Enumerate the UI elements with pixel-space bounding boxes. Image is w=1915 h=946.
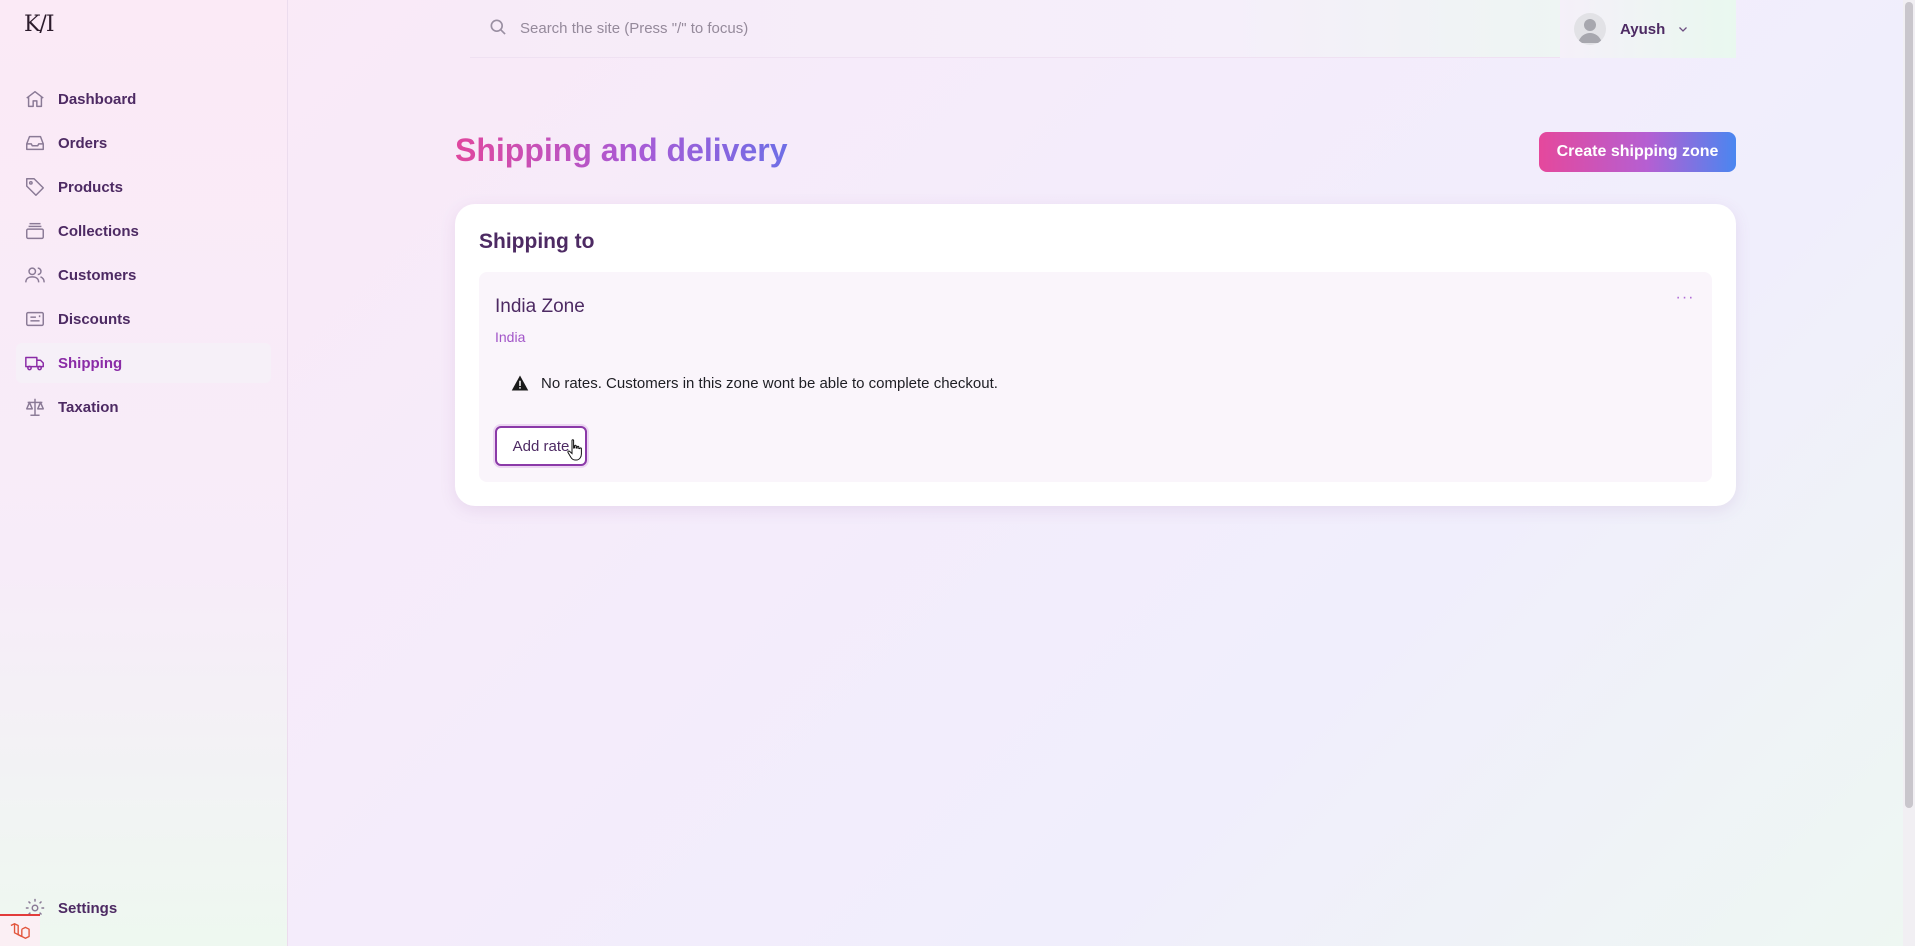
sidebar-item-orders[interactable]: Orders [16, 123, 271, 163]
warning-icon [511, 375, 529, 391]
sidebar-item-label: Settings [58, 899, 118, 917]
sidebar-item-label: Dashboard [58, 90, 137, 108]
shipping-card: Shipping to India Zone India ··· No rate… [455, 204, 1736, 506]
no-rates-warning: No rates. Customers in this zone wont be… [511, 374, 998, 392]
user-menu[interactable]: Ayush [1560, 0, 1736, 58]
zone-country: India [495, 329, 526, 345]
top-bar: Ayush [470, 0, 1736, 58]
sidebar-item-settings[interactable]: Settings [16, 888, 271, 928]
sidebar-item-label: Taxation [58, 398, 119, 416]
users-icon [25, 267, 45, 283]
truck-icon [25, 356, 44, 371]
sidebar: K/I Dashboard Orders Products Collection… [0, 0, 288, 946]
sidebar-settings: Settings [16, 888, 271, 932]
sidebar-item-label: Orders [58, 134, 108, 152]
page-scrollbar[interactable] [1903, 0, 1915, 946]
zone-more-button[interactable]: ··· [1672, 288, 1698, 308]
warning-text: No rates. Customers in this zone wont be… [541, 374, 998, 392]
sidebar-item-label: Shipping [58, 354, 123, 372]
avatar [1574, 13, 1606, 45]
sidebar-item-label: Customers [58, 266, 137, 284]
sidebar-item-taxation[interactable]: Taxation [16, 387, 271, 427]
sidebar-item-discounts[interactable]: Discounts [16, 299, 271, 339]
chevron-down-icon [1679, 27, 1688, 32]
page-title: Shipping and delivery [455, 132, 788, 168]
sidebar-nav: Dashboard Orders Products Collections Cu… [16, 79, 271, 431]
inbox-icon [26, 135, 44, 151]
sidebar-item-label: Collections [58, 222, 139, 240]
ticket-icon [26, 311, 44, 327]
zone-name: India Zone [495, 296, 585, 317]
brand-logo[interactable]: K/I [24, 12, 55, 37]
hand-cursor-icon [567, 439, 582, 461]
sidebar-item-dashboard[interactable]: Dashboard [16, 79, 271, 119]
tag-icon [26, 178, 44, 196]
shipping-zone: India Zone India ··· No rates. Customers… [479, 272, 1712, 482]
card-title: Shipping to [479, 230, 595, 253]
user-name: Ayush [1620, 20, 1666, 38]
sidebar-item-label: Products [58, 178, 124, 196]
search-icon [490, 19, 506, 35]
create-shipping-zone-button[interactable]: Create shipping zone [1539, 132, 1736, 172]
sidebar-item-collections[interactable]: Collections [16, 211, 271, 251]
sidebar-item-products[interactable]: Products [16, 167, 271, 207]
laravel-icon [10, 923, 30, 939]
stack-icon [26, 222, 44, 240]
sidebar-item-customers[interactable]: Customers [16, 255, 271, 295]
home-icon [26, 90, 44, 108]
scale-icon [26, 398, 44, 416]
sidebar-item-shipping[interactable]: Shipping [16, 343, 271, 383]
search-input[interactable] [520, 14, 1220, 42]
debug-toolbar-toggle[interactable] [0, 914, 40, 946]
sidebar-item-label: Discounts [58, 310, 131, 328]
scrollbar-thumb[interactable] [1905, 2, 1913, 808]
